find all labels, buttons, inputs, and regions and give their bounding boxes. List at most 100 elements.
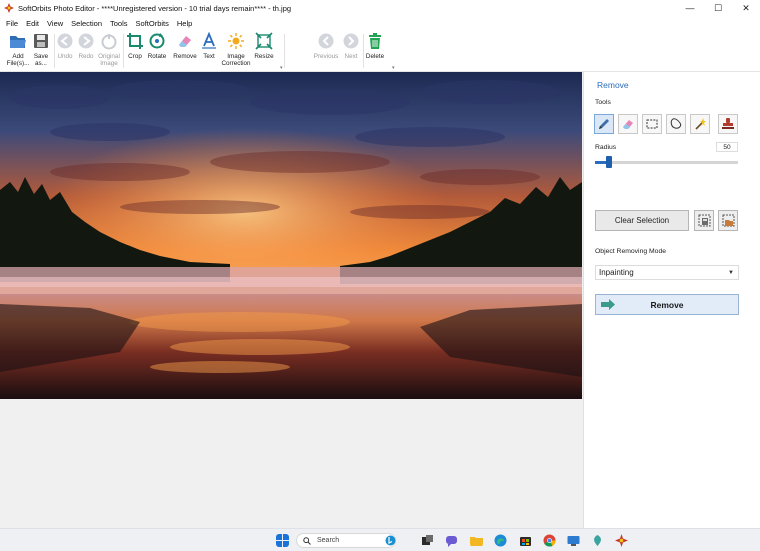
magic-wand-tool-button[interactable] — [690, 114, 710, 134]
title-bar: SoftOrbits Photo Editor - ****Unregister… — [0, 0, 760, 16]
remove-tool-label: Remove — [173, 53, 197, 60]
toolbar-separator — [123, 34, 124, 68]
menu-tools[interactable]: Tools — [110, 19, 128, 28]
menu-edit[interactable]: Edit — [26, 19, 39, 28]
chrome-icon[interactable] — [543, 534, 556, 547]
stamp-tool-button[interactable] — [718, 114, 738, 134]
save-selection-button[interactable] — [694, 210, 714, 231]
magic-wand-icon — [695, 118, 706, 130]
photo-lake-sunset[interactable] — [0, 72, 582, 399]
file-explorer-icon[interactable] — [470, 534, 483, 547]
save-icon — [34, 34, 48, 48]
crop-icon — [127, 33, 143, 49]
pencil-tool-button[interactable] — [594, 114, 614, 134]
rect-select-tool-button[interactable] — [642, 114, 662, 134]
mode-label: Object Removing Mode — [595, 248, 667, 255]
menu-softorbits[interactable]: SoftOrbits — [136, 19, 169, 28]
menu-view[interactable]: View — [47, 19, 63, 28]
eraser-icon — [179, 36, 191, 47]
original-image-button[interactable]: Original Image — [96, 32, 122, 70]
delete-label: Delete — [365, 53, 385, 60]
folder-open-icon — [10, 36, 26, 48]
toolbar-overflow-icon[interactable]: ▾ — [392, 65, 395, 71]
next-label: Next — [344, 53, 358, 60]
remove-panel: Remove Tools Radius 50 Clear Selection O… — [583, 72, 760, 528]
image-correction-button[interactable]: Image Correction — [219, 32, 253, 70]
previous-label: Previous — [313, 53, 339, 60]
original-image-label: Original Image — [98, 53, 120, 67]
next-icon — [343, 33, 359, 49]
previous-icon — [318, 33, 334, 49]
eraser-icon — [623, 120, 633, 129]
minimize-button[interactable]: — — [676, 0, 704, 16]
trash-icon — [369, 33, 381, 49]
add-files-button[interactable]: Add File(s)... — [6, 32, 30, 70]
rotate-button[interactable]: Rotate — [146, 32, 168, 70]
sun-icon — [228, 33, 244, 49]
toolbar: Add File(s)... Save as... Undo Redo Orig… — [0, 30, 760, 72]
load-selection-button[interactable] — [718, 210, 738, 231]
radius-slider-thumb[interactable] — [606, 156, 612, 168]
rotate-icon — [149, 33, 165, 49]
text-button[interactable]: Text — [200, 32, 218, 70]
redo-button[interactable]: Redo — [76, 32, 96, 70]
previous-button[interactable]: Previous — [313, 32, 339, 70]
bing-icon — [385, 535, 396, 546]
original-image-icon — [101, 34, 117, 50]
search-icon — [303, 536, 311, 545]
save-as-button[interactable]: Save as... — [30, 32, 52, 70]
toolbar-overflow-icon[interactable]: ▾ — [280, 65, 283, 71]
menu-bar: File Edit View Selection Tools SoftOrbit… — [0, 16, 760, 30]
remote-desktop-icon[interactable] — [567, 534, 580, 547]
taskbar-search[interactable]: Search — [296, 533, 396, 548]
edge-browser-icon[interactable] — [494, 534, 507, 547]
pencil-icon — [599, 119, 609, 129]
window-title: SoftOrbits Photo Editor - ****Unregister… — [18, 3, 292, 13]
store-icon[interactable] — [519, 534, 532, 547]
photo-editor-taskbar-icon[interactable] — [615, 534, 628, 547]
task-view-icon[interactable] — [421, 534, 434, 547]
radius-label: Radius — [595, 144, 617, 151]
remove-button-label: Remove — [650, 299, 684, 310]
save-selection-icon — [698, 214, 710, 227]
menu-help[interactable]: Help — [177, 19, 192, 28]
lasso-tool-button[interactable] — [666, 114, 686, 134]
resize-label: Resize — [254, 53, 274, 60]
menu-file[interactable]: File — [6, 19, 18, 28]
eraser-tool-button[interactable] — [618, 114, 638, 134]
remove-button[interactable]: Remove — [595, 294, 739, 315]
crop-button[interactable]: Crop — [125, 32, 145, 70]
image-canvas[interactable] — [0, 72, 583, 528]
app-icon[interactable] — [591, 534, 604, 547]
tools-label: Tools — [595, 99, 611, 106]
next-button[interactable]: Next — [341, 32, 361, 70]
remove-tool-button[interactable]: Remove — [172, 32, 198, 70]
window-controls: — ☐ ✕ — [676, 0, 760, 16]
chat-icon[interactable] — [445, 534, 458, 547]
stamp-icon — [722, 118, 734, 129]
rotate-label: Rotate — [147, 53, 167, 60]
undo-button[interactable]: Undo — [55, 32, 75, 70]
redo-icon — [78, 33, 94, 49]
text-icon — [202, 32, 216, 49]
removing-mode-select[interactable]: Inpainting ▼ — [595, 265, 739, 280]
menu-selection[interactable]: Selection — [71, 19, 102, 28]
toolbar-separator — [284, 34, 285, 68]
resize-icon — [255, 32, 273, 50]
clear-selection-button[interactable]: Clear Selection — [595, 210, 689, 231]
text-label: Text — [203, 53, 215, 60]
undo-label: Undo — [57, 53, 73, 60]
panel-title: Remove — [597, 80, 629, 90]
radius-slider-track[interactable] — [595, 161, 738, 164]
load-selection-icon — [722, 214, 734, 227]
windows-start-icon[interactable] — [276, 534, 289, 547]
lasso-icon — [670, 118, 682, 129]
maximize-button[interactable]: ☐ — [704, 0, 732, 16]
resize-button[interactable]: Resize — [253, 32, 275, 70]
taskbar: Search — [0, 528, 760, 551]
rect-select-icon — [646, 119, 658, 129]
radius-value-input[interactable]: 50 — [716, 142, 738, 152]
delete-button[interactable]: Delete — [364, 32, 386, 70]
app-window: SoftOrbits Photo Editor - ****Unregister… — [0, 0, 760, 551]
close-button[interactable]: ✕ — [732, 0, 760, 16]
